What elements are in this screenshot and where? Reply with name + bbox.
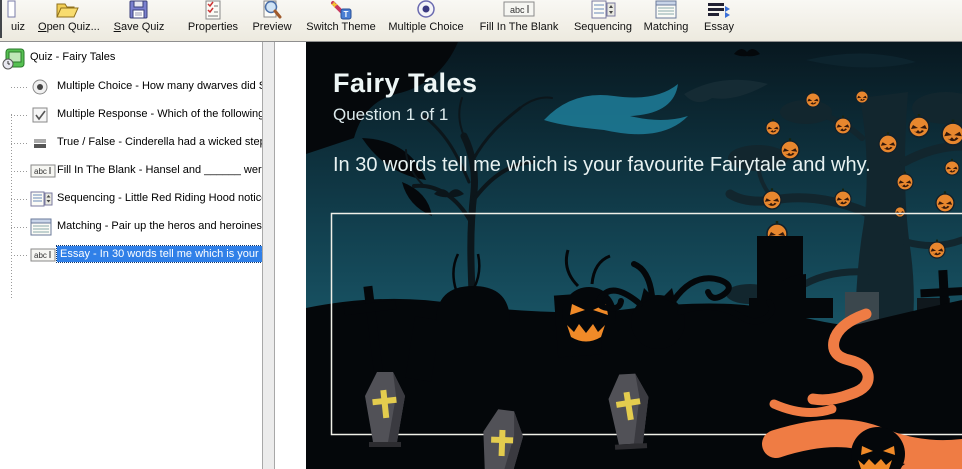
- text-field-abc-icon: abc: [30, 246, 52, 264]
- svg-text:abc: abc: [510, 5, 525, 15]
- text-field-abc-icon: abc: [30, 162, 52, 180]
- magic-wand-icon: T: [304, 0, 378, 20]
- true-false-icon: [30, 134, 52, 152]
- tree-root-label: Quiz - Fairy Tales: [30, 51, 115, 63]
- matching-table-icon: [640, 0, 692, 20]
- panel-splitter[interactable]: [262, 42, 275, 469]
- preview-button[interactable]: Preview: [248, 0, 296, 40]
- properties-checklist-icon: [184, 0, 242, 20]
- svg-text:abc: abc: [34, 167, 47, 176]
- svg-text:T: T: [344, 10, 349, 19]
- question-text: In 30 words tell me which is your favour…: [333, 154, 871, 177]
- essay-lines-icon: [698, 0, 740, 20]
- new-quiz-icon: [2, 0, 34, 20]
- open-quiz-button[interactable]: Open Quiz...: [38, 0, 98, 40]
- add-matching-button[interactable]: Matching: [640, 0, 692, 40]
- quiz-tree-sidebar: Quiz - Fairy Tales Multiple Choice - How…: [0, 42, 262, 469]
- add-fill-in-the-blank-button[interactable]: abc Fill In The Blank: [474, 0, 564, 40]
- new-quiz-button[interactable]: uiz: [2, 0, 34, 40]
- magnifier-icon: [248, 0, 296, 20]
- quiz-icon: [2, 48, 24, 66]
- add-sequencing-button[interactable]: Sequencing: [570, 0, 636, 40]
- radio-button-icon: [30, 78, 52, 96]
- toolbar: uiz Open Quiz... Save Quiz Properties Pr: [0, 0, 962, 42]
- question-progress: Question 1 of 1: [333, 105, 448, 125]
- checkbox-icon: [30, 106, 52, 124]
- matching-table-icon: [30, 218, 52, 236]
- text-field-abc-icon: abc: [474, 0, 564, 20]
- quiz-preview-panel: Fairy Tales Question 1 of 1 In 30 words …: [306, 42, 962, 469]
- save-quiz-button[interactable]: Save Quiz: [110, 0, 168, 40]
- quiz-title: Fairy Tales: [333, 68, 478, 99]
- quiz-builder-window: uiz Open Quiz... Save Quiz Properties Pr: [0, 0, 962, 469]
- add-essay-button[interactable]: Essay: [698, 0, 740, 40]
- properties-button[interactable]: Properties: [184, 0, 242, 40]
- add-multiple-choice-button[interactable]: Multiple Choice: [386, 0, 466, 40]
- floppy-disk-icon: [110, 0, 168, 20]
- tree-connector-line: [11, 114, 12, 298]
- sequencing-list-icon: [570, 0, 636, 20]
- svg-text:abc: abc: [34, 251, 47, 260]
- sequencing-list-icon: [30, 190, 52, 208]
- switch-theme-button[interactable]: T Switch Theme: [304, 0, 378, 40]
- radio-button-icon: [386, 0, 466, 20]
- open-folder-icon: [38, 0, 98, 20]
